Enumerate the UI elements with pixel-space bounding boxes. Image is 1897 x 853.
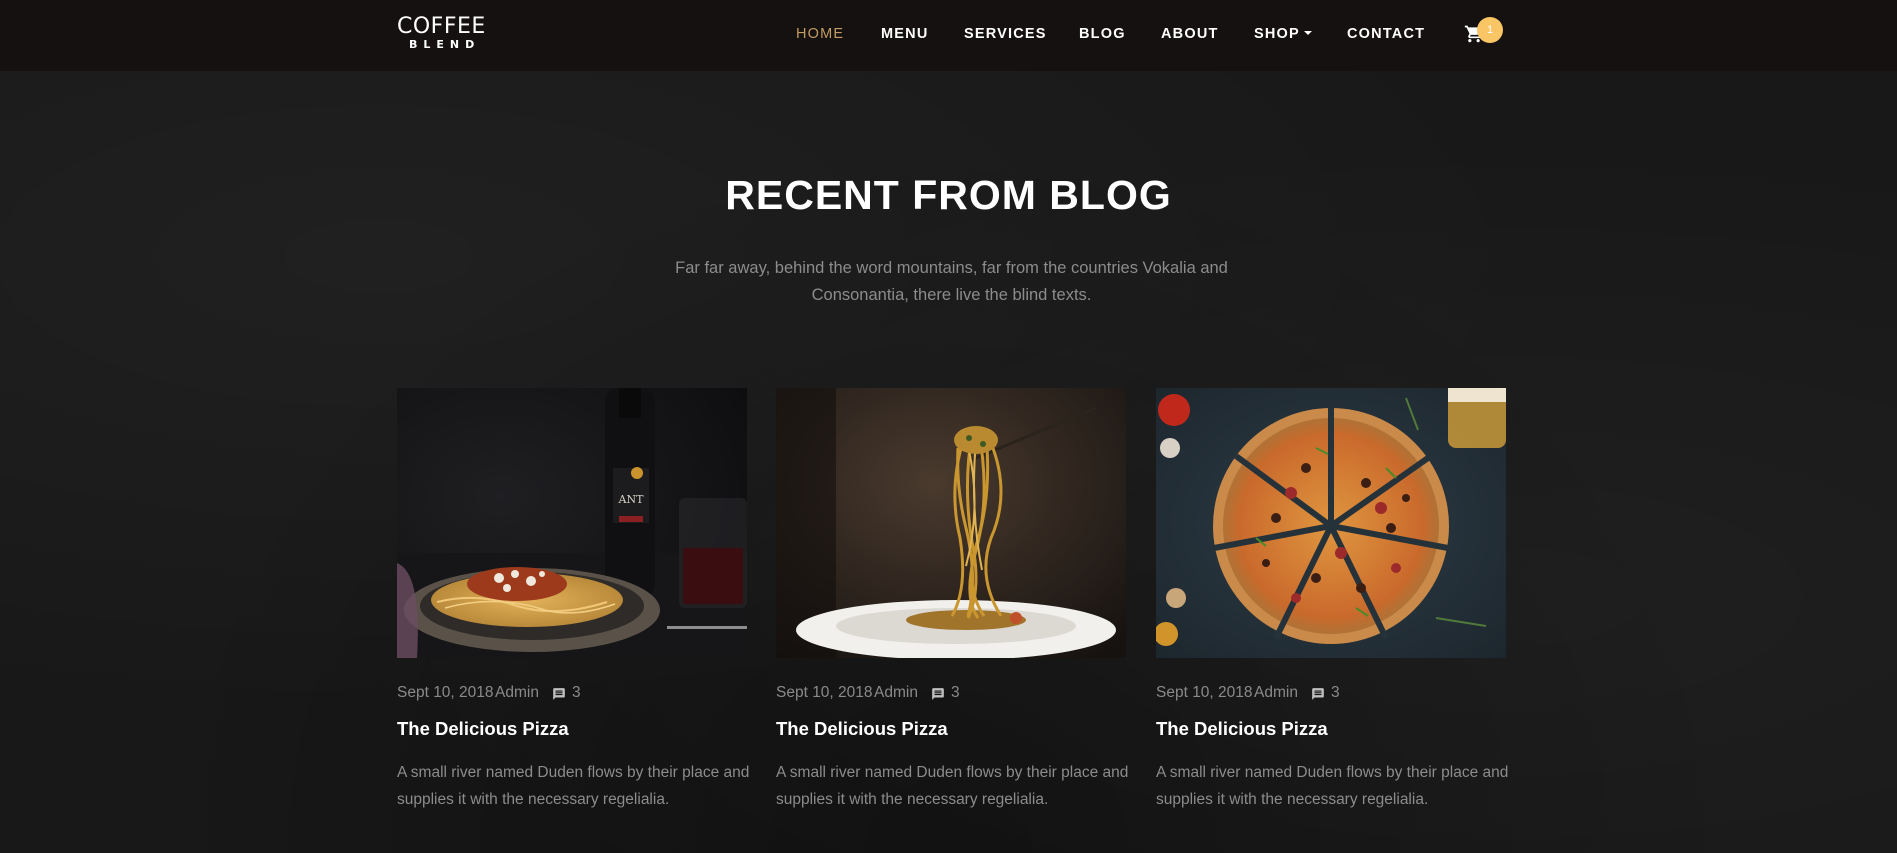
blog-image-spaghetti[interactable]: ANT (397, 388, 747, 662)
cart-count-badge: 1 (1477, 17, 1503, 43)
navbar: COFFEE BLEND HOME MENU SERVICES BLOG ABO… (0, 0, 1897, 71)
brand-line2: BLEND (409, 38, 481, 51)
page: COFFEE BLEND HOME MENU SERVICES BLOG ABO… (0, 0, 1897, 853)
nav-blog[interactable]: BLOG (1079, 26, 1126, 42)
post-author[interactable]: Admin (874, 684, 918, 702)
blog-image-pizza[interactable] (1154, 388, 1506, 662)
post-title[interactable]: The Delicious Pizza (1156, 718, 1328, 740)
post-author[interactable]: Admin (1254, 684, 1298, 702)
blog-card: ANT (397, 388, 749, 808)
spaghetti-photo: ANT (397, 388, 747, 658)
blog-card: Sept 10, 2018 Admin 3 The Delicious Pizz… (776, 388, 1128, 808)
post-title[interactable]: The Delicious Pizza (776, 718, 948, 740)
post-author[interactable]: Admin (495, 684, 539, 702)
post-title[interactable]: The Delicious Pizza (397, 718, 569, 740)
comment-icon (552, 687, 566, 706)
post-comment-count[interactable]: 3 (1331, 684, 1340, 702)
nav-shop-label: SHOP (1254, 26, 1300, 42)
nav-contact[interactable]: CONTACT (1347, 26, 1425, 42)
nav-about[interactable]: ABOUT (1161, 26, 1219, 42)
brand-logo[interactable]: COFFEE BLEND (397, 14, 486, 51)
brand-line1: COFFEE (397, 14, 486, 39)
post-comment-count[interactable]: 3 (572, 684, 581, 702)
post-comment-count[interactable]: 3 (951, 684, 960, 702)
nav-services[interactable]: SERVICES (964, 26, 1047, 42)
post-excerpt: A small river named Duden flows by their… (1156, 764, 1509, 808)
post-excerpt: A small river named Duden flows by their… (776, 764, 1129, 808)
section-subtitle: Far far away, behind the word mountains,… (675, 259, 1228, 304)
pasta-photo (776, 388, 1126, 660)
post-meta: Sept 10, 2018 Admin 3 (1156, 684, 1506, 704)
comment-icon (931, 687, 945, 706)
post-meta: Sept 10, 2018 Admin 3 (776, 684, 1126, 704)
post-excerpt: A small river named Duden flows by their… (397, 764, 750, 808)
post-date[interactable]: Sept 10, 2018 (776, 684, 873, 702)
dropdown-caret-icon (1303, 31, 1312, 35)
nav-home[interactable]: HOME (796, 26, 844, 42)
section-title: RECENT FROM BLOG (725, 172, 1172, 218)
post-date[interactable]: Sept 10, 2018 (397, 684, 494, 702)
post-date[interactable]: Sept 10, 2018 (1156, 684, 1253, 702)
comment-icon (1311, 687, 1325, 706)
pizza-photo (1154, 388, 1506, 658)
nav-shop[interactable]: SHOP (1254, 26, 1312, 42)
cart-button[interactable]: 1 (1464, 17, 1504, 48)
blog-card: Sept 10, 2018 Admin 3 The Delicious Pizz… (1154, 388, 1508, 808)
post-meta: Sept 10, 2018 Admin 3 (397, 684, 747, 704)
blog-image-pasta-fork[interactable] (776, 388, 1126, 662)
nav-menu[interactable]: MENU (881, 26, 929, 42)
